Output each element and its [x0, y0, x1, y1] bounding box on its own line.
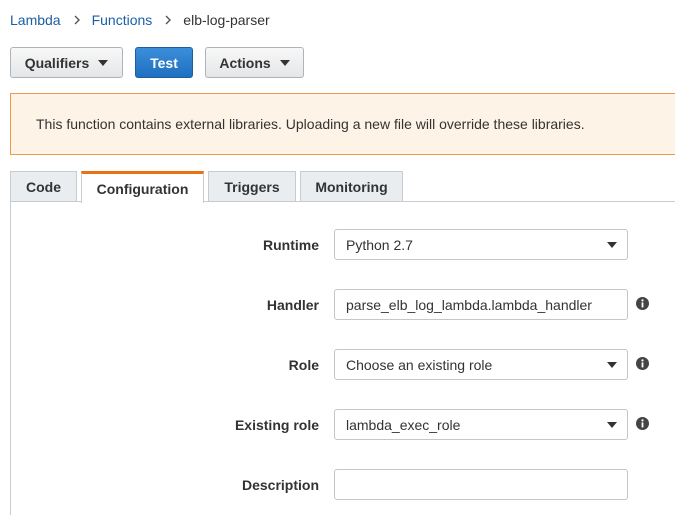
- tab-code-label: Code: [26, 179, 61, 195]
- description-input[interactable]: [346, 476, 627, 493]
- breadcrumb: Lambda Functions elb-log-parser: [10, 10, 270, 30]
- info-icon[interactable]: [636, 297, 649, 310]
- function-toolbar: Qualifiers Test Actions: [10, 47, 304, 78]
- qualifiers-button-label: Qualifiers: [24, 54, 90, 71]
- existing-role-select[interactable]: lambda_exec_role: [334, 409, 628, 440]
- lambda-function-page: Lambda Functions elb-log-parser Qualifie…: [0, 0, 675, 515]
- test-button-label: Test: [150, 54, 178, 71]
- external-libraries-warning: This function contains external librarie…: [10, 93, 675, 155]
- runtime-selected-value: Python 2.7: [346, 236, 413, 253]
- description-label: Description: [241, 477, 319, 493]
- tab-code[interactable]: Code: [10, 171, 77, 202]
- existing-role-selected-value: lambda_exec_role: [346, 416, 461, 433]
- runtime-label: Runtime: [263, 237, 319, 253]
- caret-down-icon: [279, 60, 290, 66]
- chevron-right-icon: [165, 15, 172, 25]
- breadcrumb-link-functions[interactable]: Functions: [92, 12, 153, 28]
- tab-monitoring[interactable]: Monitoring: [300, 171, 403, 202]
- tab-configuration-label: Configuration: [96, 180, 189, 197]
- chevron-right-icon: [74, 15, 80, 25]
- description-field[interactable]: [334, 469, 628, 500]
- caret-down-icon: [607, 422, 617, 428]
- handler-label: Handler: [266, 297, 319, 313]
- breadcrumb-current-function: elb-log-parser: [183, 12, 270, 28]
- role-selected-value: Choose an existing role: [346, 356, 493, 373]
- breadcrumb-link-lambda[interactable]: Lambda: [10, 12, 61, 28]
- tab-triggers-label: Triggers: [224, 179, 280, 195]
- warning-message: This function contains external librarie…: [36, 116, 585, 132]
- tab-monitoring-label: Monitoring: [315, 179, 388, 195]
- info-icon[interactable]: [636, 357, 649, 370]
- actions-button-label: Actions: [219, 54, 271, 71]
- info-icon[interactable]: [636, 417, 649, 430]
- role-select[interactable]: Choose an existing role: [334, 349, 628, 380]
- actions-button[interactable]: Actions: [205, 47, 304, 78]
- test-button[interactable]: Test: [135, 47, 193, 78]
- tab-configuration[interactable]: Configuration: [81, 171, 204, 203]
- existing-role-label: Existing role: [234, 417, 319, 433]
- caret-down-icon: [607, 242, 617, 248]
- caret-down-icon: [607, 362, 617, 368]
- qualifiers-button[interactable]: Qualifiers: [10, 47, 123, 78]
- handler-input[interactable]: [346, 296, 627, 313]
- caret-down-icon: [98, 60, 109, 66]
- role-label: Role: [288, 357, 319, 373]
- handler-field[interactable]: [334, 289, 628, 320]
- function-tabs: Code Configuration Triggers Monitoring: [10, 171, 403, 203]
- tab-triggers[interactable]: Triggers: [208, 171, 296, 202]
- runtime-select[interactable]: Python 2.7: [334, 229, 628, 260]
